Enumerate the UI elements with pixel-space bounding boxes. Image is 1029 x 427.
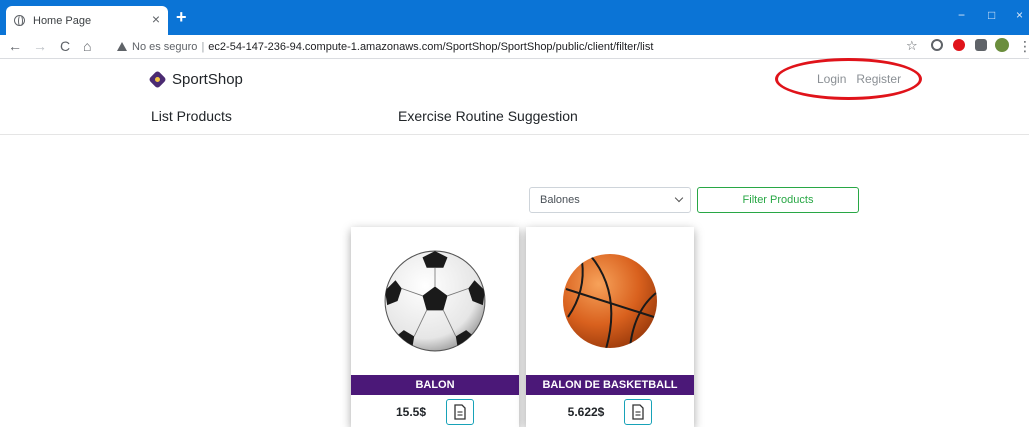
tab-close-button[interactable]: ×: [152, 11, 160, 27]
url-text: ec2-54-147-236-94.compute-1.amazonaws.co…: [208, 40, 654, 53]
filter-products-button[interactable]: Filter Products: [697, 187, 859, 213]
product-footer: 15.5$: [351, 397, 519, 427]
nav-divider: [0, 134, 1029, 135]
category-select-value: Balones: [540, 194, 580, 206]
url-separator: |: [201, 40, 205, 53]
browser-tab[interactable]: Home Page ×: [6, 6, 168, 35]
nav-exercise-routine[interactable]: Exercise Routine Suggestion: [398, 108, 578, 124]
product-name: BALON: [351, 375, 519, 395]
soccer-ball-icon: [384, 250, 486, 352]
opera-extension-icon[interactable]: [953, 39, 965, 51]
browser-toolbar: ← → C ⌂ No es seguro | ec2-54-147-236-94…: [0, 35, 1029, 59]
minimize-button[interactable]: −: [958, 8, 965, 22]
new-tab-button[interactable]: +: [176, 8, 187, 26]
product-footer: 5.622$: [526, 397, 694, 427]
product-price: 15.5$: [395, 405, 427, 419]
insecure-label: No es seguro: [132, 40, 198, 53]
category-select[interactable]: Balones: [529, 187, 691, 213]
product-image: [351, 227, 519, 375]
document-icon: [632, 404, 644, 420]
document-icon: [454, 404, 466, 420]
brand-name: SportShop: [172, 71, 243, 88]
chevron-down-icon: [674, 193, 684, 203]
browser-menu-icon[interactable]: ⋮: [1018, 37, 1029, 55]
brand[interactable]: SportShop: [148, 70, 243, 89]
extension-icon[interactable]: [931, 39, 943, 51]
red-circle-annotation: [775, 58, 922, 100]
product-details-button[interactable]: [624, 399, 653, 425]
forward-button[interactable]: →: [33, 37, 47, 55]
window-close-button[interactable]: ×: [1016, 8, 1023, 22]
basketball-icon: [563, 254, 657, 348]
browser-tab-strip: Home Page × + − □ ×: [0, 0, 1029, 35]
nav-list-products[interactable]: List Products: [151, 108, 232, 124]
back-button[interactable]: ←: [8, 37, 22, 55]
product-name: BALON DE BASKETBALL: [526, 375, 694, 395]
home-button[interactable]: ⌂: [83, 37, 91, 55]
sportshop-logo-icon: [148, 70, 167, 89]
product-card: BALON 15.5$: [351, 227, 519, 427]
product-details-button[interactable]: [446, 399, 475, 425]
product-image: [526, 227, 694, 375]
tab-title: Home Page: [33, 14, 92, 27]
profile-avatar[interactable]: [995, 38, 1009, 52]
puzzle-extensions-icon[interactable]: [975, 39, 987, 51]
product-card: BALON DE BASKETBALL 5.622$: [526, 227, 694, 427]
product-price: 5.622$: [567, 405, 605, 419]
reload-button[interactable]: C: [60, 37, 70, 55]
warning-icon: [117, 42, 127, 51]
bookmark-star-icon[interactable]: ☆: [906, 37, 918, 55]
address-bar[interactable]: No es seguro | ec2-54-147-236-94.compute…: [117, 37, 877, 56]
globe-icon: [14, 15, 25, 27]
maximize-button[interactable]: □: [988, 8, 995, 22]
